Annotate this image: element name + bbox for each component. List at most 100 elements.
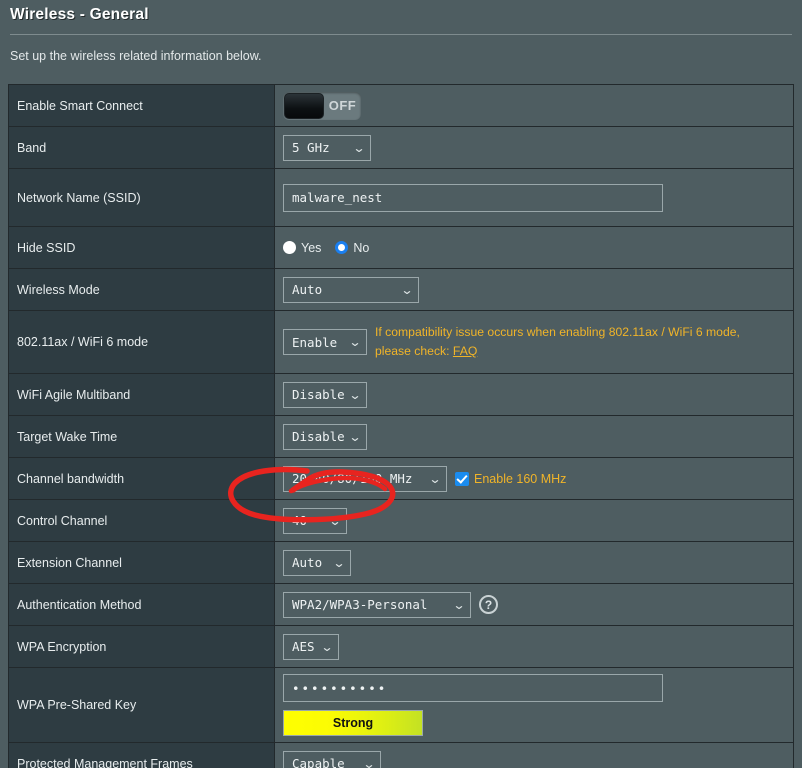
row-value-channel-bandwidth: 20/40/80/160 MHz ⌄ Enable 160 MHz <box>275 458 793 499</box>
ax-mode-hint-line2-prefix: please check: <box>375 344 453 358</box>
row-label-ax-mode: 802.11ax / WiFi 6 mode <box>9 311 275 373</box>
target-wake-time-select-value: Disable <box>292 429 345 444</box>
chevron-down-icon: ⌄ <box>348 387 362 402</box>
row-value-ssid <box>275 169 793 226</box>
chevron-down-icon: ⌄ <box>452 597 466 612</box>
wpa-encryption-select[interactable]: AES ⌄ <box>283 633 339 660</box>
table-row: Wireless Mode Auto ⌄ <box>9 269 793 311</box>
table-row: Authentication Method WPA2/WPA3-Personal… <box>9 584 793 626</box>
table-row: Band 5 GHz ⌄ <box>9 127 793 169</box>
row-label-channel-bandwidth: Channel bandwidth <box>9 458 275 499</box>
wireless-settings-table: Enable Smart Connect OFF Band 5 GHz ⌄ Ne… <box>8 84 794 768</box>
radio-icon[interactable] <box>283 241 296 254</box>
table-row: Channel bandwidth 20/40/80/160 MHz ⌄ Ena… <box>9 458 793 500</box>
title-divider <box>10 34 792 35</box>
row-value-wpa-encryption: AES ⌄ <box>275 626 793 667</box>
agile-multiband-select[interactable]: Disable ⌄ <box>283 381 367 408</box>
table-row: Network Name (SSID) <box>9 169 793 227</box>
row-value-pmf: Capable ⌄ <box>275 743 793 768</box>
row-value-hide-ssid: Yes No <box>275 227 793 268</box>
row-label-agile-multiband: WiFi Agile Multiband <box>9 374 275 415</box>
band-select-value: 5 GHz <box>292 140 330 155</box>
ax-mode-select-value: Enable <box>292 334 338 350</box>
table-row: Control Channel 40 ⌄ <box>9 500 793 542</box>
table-row: Target Wake Time Disable ⌄ <box>9 416 793 458</box>
chevron-down-icon: ⌄ <box>428 471 442 486</box>
ssid-input[interactable] <box>283 183 663 212</box>
pmf-select[interactable]: Capable ⌄ <box>283 750 381 768</box>
table-row: Protected Management Frames Capable ⌄ <box>9 743 793 768</box>
row-value-control-channel: 40 ⌄ <box>275 500 793 541</box>
wpa-encryption-select-value: AES <box>292 639 315 654</box>
row-label-wireless-mode: Wireless Mode <box>9 269 275 310</box>
row-label-smart-connect: Enable Smart Connect <box>9 85 275 126</box>
auth-method-select-value: WPA2/WPA3-Personal <box>292 597 428 612</box>
ax-mode-hint: If compatibility issue occurs when enabl… <box>375 323 740 361</box>
table-row: WPA Pre-Shared Key Strong <box>9 668 793 743</box>
row-label-extension-channel: Extension Channel <box>9 542 275 583</box>
row-value-wireless-mode: Auto ⌄ <box>275 269 793 310</box>
chevron-down-icon: ⌄ <box>320 639 334 654</box>
enable-160mhz-checkbox-wrap[interactable]: Enable 160 MHz <box>455 471 567 486</box>
channel-bandwidth-select-value: 20/40/80/160 MHz <box>292 471 413 486</box>
row-label-ssid: Network Name (SSID) <box>9 169 275 226</box>
chevron-down-icon: ⌄ <box>332 555 346 570</box>
hide-ssid-radio-group: Yes No <box>283 241 369 255</box>
table-row: WPA Encryption AES ⌄ <box>9 626 793 668</box>
table-row: Hide SSID Yes No <box>9 227 793 269</box>
table-row: 802.11ax / WiFi 6 mode Enable ⌄ If compa… <box>9 311 793 374</box>
page-title: Wireless - General <box>10 6 149 23</box>
chevron-down-icon: ⌄ <box>348 429 362 444</box>
control-channel-select[interactable]: 40 ⌄ <box>283 507 347 534</box>
row-label-hide-ssid: Hide SSID <box>9 227 275 268</box>
wireless-mode-select-value: Auto <box>292 282 323 297</box>
table-row: Enable Smart Connect OFF <box>9 85 793 127</box>
toggle-state-label: OFF <box>328 98 357 113</box>
password-strength-badge: Strong <box>283 710 423 736</box>
checkbox-checked-icon[interactable] <box>455 471 469 486</box>
row-value-agile-multiband: Disable ⌄ <box>275 374 793 415</box>
row-value-smart-connect: OFF <box>275 85 793 126</box>
row-label-target-wake-time: Target Wake Time <box>9 416 275 457</box>
radio-checked-icon[interactable] <box>335 241 349 254</box>
page-header: Wireless - General <box>0 0 802 24</box>
table-row: Extension Channel Auto ⌄ <box>9 542 793 584</box>
row-label-psk: WPA Pre-Shared Key <box>9 668 275 742</box>
wireless-general-page: Wireless - General Set up the wireless r… <box>0 0 802 768</box>
agile-multiband-select-value: Disable <box>292 387 345 402</box>
hide-ssid-option-yes[interactable]: Yes <box>283 241 321 255</box>
row-label-auth-method: Authentication Method <box>9 584 275 625</box>
psk-input[interactable] <box>283 674 663 702</box>
row-label-band: Band <box>9 127 275 168</box>
auth-method-select[interactable]: WPA2/WPA3-Personal ⌄ <box>283 591 471 618</box>
ax-mode-hint-line1: If compatibility issue occurs when enabl… <box>375 325 740 340</box>
row-label-pmf: Protected Management Frames <box>9 743 275 768</box>
smart-connect-toggle[interactable]: OFF <box>283 91 361 120</box>
control-channel-select-value: 40 <box>292 513 308 528</box>
chevron-down-icon: ⌄ <box>400 282 414 297</box>
toggle-knob[interactable] <box>284 92 324 119</box>
extension-channel-select-value: Auto <box>292 555 323 570</box>
ax-mode-select[interactable]: Enable ⌄ <box>283 329 367 355</box>
band-select[interactable]: 5 GHz ⌄ <box>283 134 371 161</box>
table-row: WiFi Agile Multiband Disable ⌄ <box>9 374 793 416</box>
row-value-psk: Strong <box>275 668 793 742</box>
extension-channel-select[interactable]: Auto ⌄ <box>283 549 351 576</box>
hide-ssid-option-no-label: No <box>353 240 370 255</box>
enable-160mhz-label: Enable 160 MHz <box>474 471 567 486</box>
wireless-mode-select[interactable]: Auto ⌄ <box>283 276 419 303</box>
hide-ssid-option-no[interactable]: No <box>335 241 369 255</box>
row-label-wpa-encryption: WPA Encryption <box>9 626 275 667</box>
chevron-down-icon: ⌄ <box>352 140 366 155</box>
row-value-auth-method: WPA2/WPA3-Personal ⌄ ? <box>275 584 793 625</box>
row-value-target-wake-time: Disable ⌄ <box>275 416 793 457</box>
faq-link[interactable]: FAQ <box>453 344 477 358</box>
hide-ssid-option-yes-label: Yes <box>301 240 322 255</box>
chevron-down-icon: ⌄ <box>328 513 342 528</box>
pmf-select-value: Capable <box>292 756 345 768</box>
row-value-extension-channel: Auto ⌄ <box>275 542 793 583</box>
help-icon[interactable]: ? <box>479 595 498 614</box>
channel-bandwidth-select[interactable]: 20/40/80/160 MHz ⌄ <box>283 465 447 492</box>
target-wake-time-select[interactable]: Disable ⌄ <box>283 423 367 450</box>
chevron-down-icon: ⌄ <box>348 335 362 349</box>
